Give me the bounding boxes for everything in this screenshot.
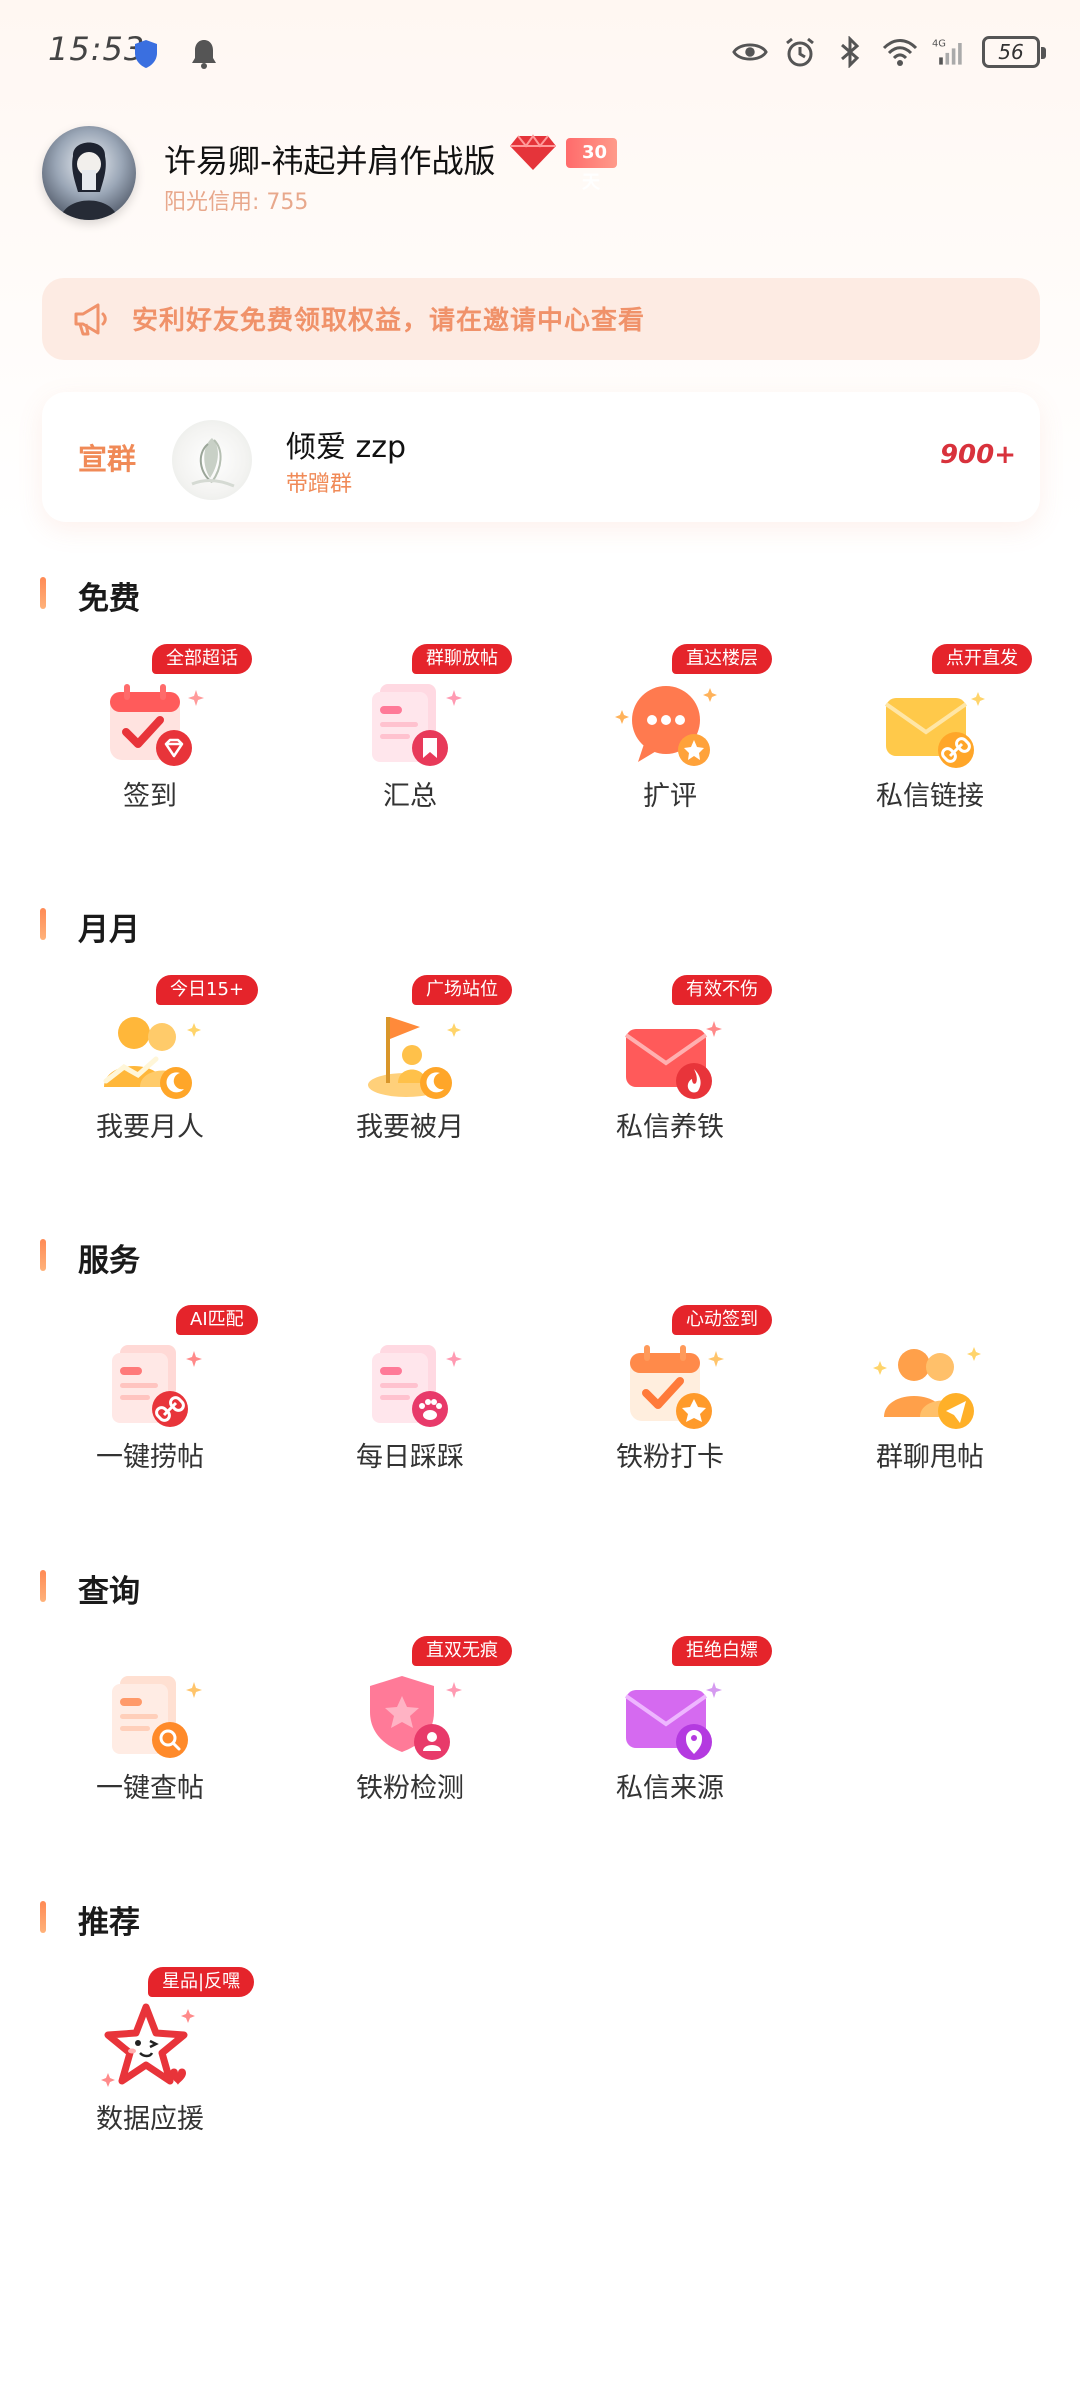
section-text: 推荐 — [78, 1905, 140, 1941]
grid-item-find-month-people[interactable]: 今日15+ 我要月人 — [40, 975, 260, 1143]
item-label: 汇总 — [383, 781, 437, 812]
grid-item-be-monthed[interactable]: 广场站位 我要被月 — [300, 975, 520, 1143]
envelope-fire-icon — [624, 1021, 722, 1099]
document-bookmark-icon — [372, 684, 462, 766]
document-paw-icon — [372, 1345, 462, 1427]
item-label: 铁粉检测 — [356, 1773, 464, 1804]
diamond-icon — [510, 134, 556, 170]
battery-level: 56 — [998, 40, 1024, 64]
grid-item-dm-source[interactable]: 拒绝白嫖 私信来源 — [560, 1636, 780, 1804]
calendar-star-icon — [630, 1345, 724, 1429]
chat-bubble-icon — [615, 686, 717, 766]
section-text: 月月 — [78, 912, 140, 948]
section-text: 服务 — [78, 1243, 140, 1279]
profile-header[interactable]: 许易卿-祎起并肩作战版 30天 阳光信用: 755 — [42, 126, 1042, 222]
item-label: 一键捞帖 — [96, 1442, 204, 1473]
group-count: 900+ — [939, 440, 1016, 470]
section-text: 查询 — [78, 1574, 140, 1610]
grid-item-signin[interactable]: 全部超话 签到 — [40, 644, 260, 812]
item-label: 私信养铁 — [616, 1112, 724, 1143]
item-label: 扩评 — [643, 781, 697, 812]
group-avatar — [172, 420, 252, 500]
grid-item-dm-link[interactable]: 点开直发 私信链接 — [820, 644, 1040, 812]
item-label: 数据应援 — [96, 2104, 204, 2135]
star-face-icon — [101, 2003, 195, 2087]
vip-days: 30天 — [566, 138, 618, 193]
item-label: 每日踩踩 — [356, 1442, 464, 1473]
flag-moon-icon — [368, 1017, 461, 1099]
shield-user-icon — [370, 1676, 462, 1760]
item-label: 我要月人 — [96, 1112, 204, 1143]
document-search-icon — [112, 1676, 202, 1758]
svg-text:4G: 4G — [932, 39, 946, 50]
section-marker — [40, 1239, 46, 1271]
item-label: 我要被月 — [356, 1112, 464, 1143]
item-label: 铁粉打卡 — [616, 1442, 724, 1473]
section-marker — [40, 577, 46, 609]
grid-item-summary[interactable]: 群聊放帖 汇总 — [300, 644, 520, 812]
section-marker — [40, 1570, 46, 1602]
document-link-icon — [112, 1345, 202, 1427]
notice-text: 安利好友免费领取权益，请在邀请中心查看 — [132, 306, 646, 336]
status-bar: 15:53 4G 56 — [0, 0, 1080, 105]
people-moon-icon — [103, 1017, 201, 1099]
shield-icon — [128, 36, 164, 72]
grid-item-fetch-posts[interactable]: AI匹配 一键捞帖 — [40, 1305, 260, 1473]
group-card[interactable]: 宣群 倾爱 zzp 带蹭群 900+ — [42, 392, 1040, 522]
item-label: 私信链接 — [876, 781, 984, 812]
item-label: 签到 — [123, 781, 177, 812]
group-tag: 宣群 — [78, 442, 137, 476]
alarm-icon — [782, 34, 818, 70]
group-subtitle: 带蹭群 — [286, 472, 353, 497]
megaphone-icon — [74, 303, 107, 336]
envelope-link-icon — [884, 692, 985, 768]
grid-item-expand-comments[interactable]: 直达楼层 扩评 — [560, 644, 780, 812]
section-marker — [40, 908, 46, 940]
grid-item-data-support[interactable]: 星品|反嘿 数据应援 — [40, 1967, 260, 2135]
grid-item-group-share[interactable]: 群聊甩帖 — [820, 1305, 1040, 1473]
envelope-location-icon — [624, 1682, 722, 1760]
eye-icon — [732, 34, 768, 70]
section-marker — [40, 1901, 46, 1933]
grid-item-dm-nurture[interactable]: 有效不伤 私信养铁 — [560, 975, 780, 1143]
bell-icon — [186, 36, 222, 72]
signal-icon: 4G — [932, 34, 968, 70]
grid-item-check-posts[interactable]: 一键查帖 — [40, 1636, 260, 1804]
item-label: 群聊甩帖 — [876, 1442, 984, 1473]
section-text: 免费 — [78, 581, 140, 617]
grid-item-daily-tap[interactable]: 每日踩踩 — [300, 1305, 520, 1473]
people-send-icon — [873, 1347, 981, 1429]
grid-item-fan-checkin[interactable]: 心动签到 铁粉打卡 — [560, 1305, 780, 1473]
item-label: 一键查帖 — [96, 1773, 204, 1804]
sunshine-credit: 阳光信用: 755 — [164, 190, 309, 215]
item-label: 私信来源 — [616, 1773, 724, 1804]
bluetooth-icon — [832, 34, 868, 70]
grid-item-fan-detect[interactable]: 直双无痕 铁粉检测 — [300, 1636, 520, 1804]
battery-icon: 56 — [982, 36, 1046, 68]
username: 许易卿-祎起并肩作战版 — [164, 142, 496, 180]
wifi-icon — [882, 34, 918, 70]
notice-banner[interactable]: 安利好友免费领取权益，请在邀请中心查看 — [42, 278, 1040, 360]
calendar-check-icon — [110, 684, 204, 766]
group-name: 倾爱 zzp — [286, 430, 407, 465]
avatar[interactable] — [42, 126, 136, 220]
